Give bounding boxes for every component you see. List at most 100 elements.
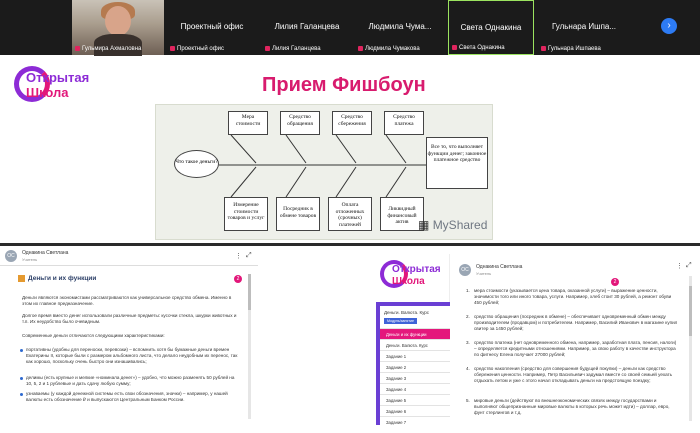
notification-badge[interactable]: 2 <box>234 275 242 283</box>
participant-tile-name: Людмила Чума... <box>368 22 432 31</box>
fishbone-head: Что такое деньги? <box>174 150 219 178</box>
watermark-icon: ▦ <box>418 218 430 232</box>
avatar: ОС <box>459 264 471 276</box>
participant-label: Гульмира Ахмаловна <box>75 45 142 52</box>
sidebar-item-active[interactable]: Деньги и их функции <box>380 328 450 339</box>
item-text: средство обращения (посредник в обмене) … <box>474 314 678 332</box>
participant-label: Проектный офис <box>170 45 225 52</box>
numbered-item: 4. средство накопления (средство для сове… <box>466 366 679 385</box>
school-logo: Открытая Школа <box>376 254 450 302</box>
mic-off-icon <box>541 45 546 51</box>
item-text: мировые деньги (действуют во внешнеэконо… <box>474 398 670 416</box>
mic-off-icon <box>170 45 175 51</box>
course-tag: Модуль/занятие <box>384 318 417 324</box>
logo-text-line2: Школа <box>26 85 69 100</box>
participant-tile-name: Света Однакина <box>460 23 522 32</box>
school-logo: Открытая Школа <box>14 64 94 106</box>
sidebar-item[interactable]: Задание 2 <box>380 361 450 372</box>
sidebar-item[interactable]: Задание 6 <box>380 405 450 416</box>
fishbone-top-box: Средство платежа <box>384 111 424 135</box>
numbered-item: 2. средство обращения (посредник в обмене… <box>466 314 679 333</box>
participant-name: Света Однакина <box>459 45 505 51</box>
shared-slide: Открытая Школа Прием Фишбоун Что такое д… <box>0 56 700 243</box>
expand-icon[interactable]: ⤢ <box>246 252 252 260</box>
participant-tile[interactable]: Проектный офис Проектный офис <box>167 0 257 55</box>
participant-tile[interactable]: Гульмира Ахмаловна <box>72 0 164 56</box>
participant-label: Людмила Чумакова <box>358 45 420 52</box>
fishbone-top-box: Средство обращения <box>280 111 320 135</box>
sidebar-item[interactable]: Задание 7 <box>380 416 450 427</box>
user-name: Однакина Светлана <box>476 264 523 270</box>
participant-label: Света Однакина <box>452 44 505 51</box>
user-name: Однакина Светлана <box>22 250 69 256</box>
participant-tile-name: Лилия Галанцева <box>274 22 340 31</box>
numbered-item: 1. мера стоимости (указывается цена товар… <box>466 288 679 307</box>
lesson-icon <box>18 275 25 282</box>
participant-name: Проектный офис <box>177 46 225 52</box>
participant-name: Людмила Чумакова <box>365 46 420 52</box>
chevron-right-icon[interactable]: › <box>661 18 677 34</box>
item-number: 4. <box>466 366 470 371</box>
course-title: Деньги. Валюта. Курс <box>384 310 430 315</box>
fishbone-bottom-box: Измерение стоимости товаров и услуг <box>224 197 268 231</box>
fishbone-bottom-box: Оплата отложенных (срочных) платежей <box>328 197 372 231</box>
list-item: портативны (удобны для переноски, перево… <box>20 347 238 365</box>
item-text: мера стоимости (указывается цена товара,… <box>474 288 672 306</box>
paragraph: Долгое время вместо денег использовали р… <box>22 313 237 325</box>
sidebar-item[interactable]: Задание 3 <box>380 372 450 383</box>
mic-off-icon <box>452 44 457 50</box>
course-nav: Деньги. Валюта. Курс Модуль/занятие День… <box>380 306 450 433</box>
list-item: делимы (есть крупные и мелкие «номинала … <box>20 375 238 387</box>
fishbone-tail: Все то, что выполняет функции денег; зак… <box>426 137 488 189</box>
mic-off-icon <box>75 45 80 51</box>
scrollbar[interactable] <box>248 274 251 419</box>
numbered-item: 5. мировые деньги (действуют во внешнеэко… <box>466 398 679 417</box>
lesson-heading: Деньги и их функции <box>18 275 96 282</box>
sidebar-item[interactable]: Задание 4 <box>380 383 450 394</box>
participant-tile-name: Гульнара Ишпа... <box>551 22 617 31</box>
participant-name: Гульнара Ишпаева <box>548 46 601 52</box>
participant-name: Гульмира Ахмаловна <box>82 46 142 52</box>
course-sidebar: Открытая Школа Деньги. Валюта. Курс Моду… <box>376 254 450 433</box>
participant-label: Лилия Галанцева <box>265 45 321 52</box>
fishbone-top-box: Мера стоимости <box>228 111 268 135</box>
participant-face <box>105 6 131 36</box>
expand-icon[interactable]: ⤢ <box>686 262 692 270</box>
user-role: Учитель <box>22 257 38 262</box>
scrollbar-thumb[interactable] <box>248 274 251 310</box>
lesson-content: 1. мера стоимости (указывается цена товар… <box>466 276 684 425</box>
sidebar-item[interactable]: Деньги. Валюта. Курс <box>380 339 450 350</box>
item-number: 3. <box>466 340 470 345</box>
empty-area <box>258 246 376 425</box>
left-student-screen: ОС Однакина Светлана Учитель ⋮ ⤢ Деньги … <box>0 246 258 425</box>
item-number: 5. <box>466 398 470 403</box>
fishbone-bottom-box: Посредник в обмене товаров <box>276 197 320 231</box>
participant-tile[interactable]: Гульнара Ишпа... Гульнара Ишпаева <box>538 0 630 55</box>
participant-tile[interactable]: Людмила Чума... Людмила Чумакова <box>355 0 445 55</box>
logo-text-line1: Открытая <box>26 70 90 85</box>
right-student-screen: Открытая Школа Деньги. Валюта. Курс Моду… <box>376 246 700 433</box>
participant-label: Гульнара Ишпаева <box>541 45 601 52</box>
more-options-icon[interactable]: ⋮ <box>676 262 683 270</box>
numbered-item: 3. средство платежа (нет одновременного о… <box>466 340 679 359</box>
logo-text-line1: Открытая <box>392 264 441 275</box>
watermark-text: MyShared <box>432 218 488 232</box>
participant-tile-active[interactable]: Света Однакина Света Однакина <box>448 0 534 55</box>
logo-text-line2: Школа <box>392 276 425 287</box>
participant-name: Лилия Галанцева <box>272 46 321 52</box>
item-text: средство платежа (нет одновременного обм… <box>474 340 677 358</box>
sidebar-item[interactable]: Задание 1 <box>380 350 450 361</box>
fishbone-top-box: Средство сбережения <box>332 111 372 135</box>
screen-header: ОС Однакина Светлана Учитель ⋮ ⤢ <box>0 246 258 266</box>
slide-title: Прием Фишбоун <box>262 74 426 96</box>
lesson-card: Деньги и их функции 2 Деньги являются эк… <box>18 271 256 425</box>
participant-tile[interactable]: Лилия Галанцева Лилия Галанцева <box>262 0 352 55</box>
sidebar-item[interactable]: Задание 5 <box>380 394 450 405</box>
scrollbar[interactable] <box>689 276 692 421</box>
more-options-icon[interactable]: ⋮ <box>235 252 242 260</box>
list-item: узнаваемы (у каждой денежной системы ест… <box>20 391 238 403</box>
scrollbar-thumb[interactable] <box>689 286 692 336</box>
myshared-watermark: ▦ MyShared <box>418 218 487 232</box>
mic-off-icon <box>265 45 270 51</box>
mic-off-icon <box>358 45 363 51</box>
